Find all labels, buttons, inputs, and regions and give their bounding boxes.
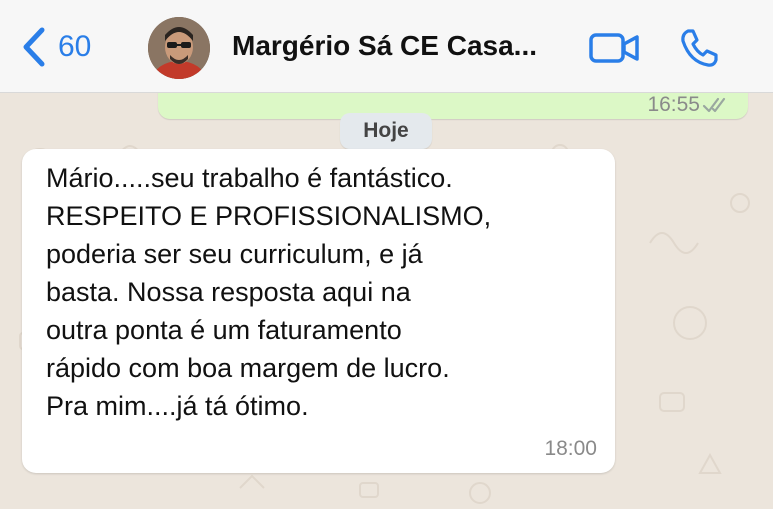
message-line: Pra mim....já tá ótimo.: [46, 391, 309, 421]
message-text: Mário.....seu trabalho é fantástico. RES…: [46, 159, 606, 425]
chevron-left-icon: [23, 27, 45, 67]
avatar-photo: [148, 17, 210, 79]
message-line: poderia ser seu curriculum, e já: [46, 239, 423, 269]
chat-header: 60 Margério Sá CE Casa...: [0, 0, 773, 93]
message-line: outra ponta é um faturamento: [46, 315, 402, 345]
incoming-message-time: 18:00: [544, 437, 597, 460]
phone-icon[interactable]: [678, 27, 720, 69]
outgoing-message-time: 16:55: [647, 93, 700, 116]
message-line: Mário.....seu trabalho é fantástico.: [46, 163, 453, 193]
message-line: rápido com boa margem de lucro.: [46, 353, 450, 383]
incoming-message-bubble[interactable]: Mário.....seu trabalho é fantástico. RES…: [22, 149, 615, 473]
contact-name[interactable]: Margério Sá CE Casa...: [232, 30, 537, 62]
double-check-icon: [702, 97, 726, 113]
chat-area[interactable]: 16:55 Hoje Mário.....seu trabalho é fant…: [0, 93, 773, 509]
outgoing-message-bubble[interactable]: 16:55: [158, 93, 748, 119]
video-camera-icon[interactable]: [588, 32, 640, 64]
message-line: RESPEITO E PROFISSIONALISMO,: [46, 201, 492, 231]
back-button[interactable]: 60: [18, 22, 91, 72]
date-divider: Hoje: [340, 113, 432, 149]
avatar[interactable]: [148, 17, 210, 79]
unread-count: 60: [58, 30, 92, 63]
message-line: basta. Nossa resposta aqui na: [46, 277, 411, 307]
